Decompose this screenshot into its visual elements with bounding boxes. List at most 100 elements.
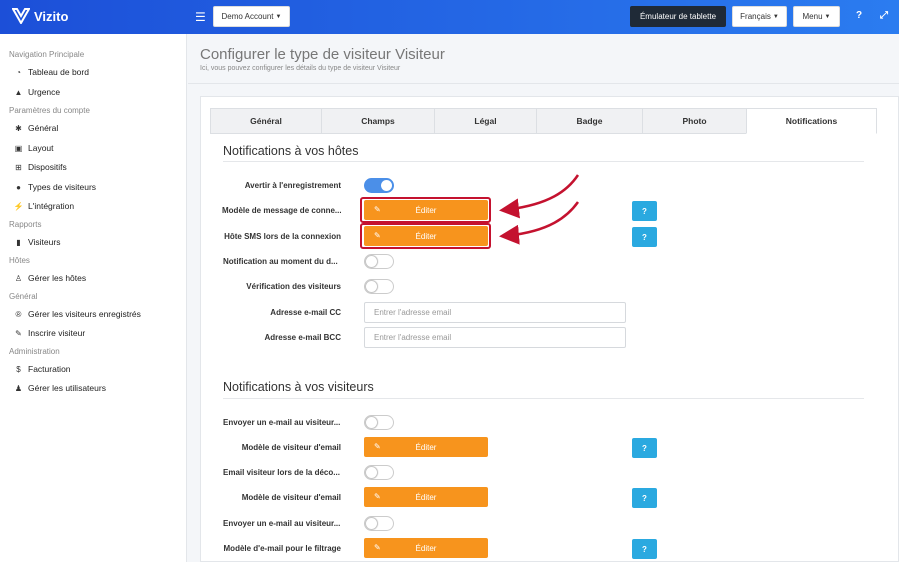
tab-legal[interactable]: Légal — [434, 108, 536, 134]
help-button[interactable]: ? — [632, 227, 657, 247]
sidebar-item-label: Gérer les utilisateurs — [28, 383, 106, 393]
edit-sms-host-button[interactable]: ✎ Éditer — [364, 226, 488, 246]
help-button[interactable]: ? — [632, 539, 657, 559]
sidebar-item-integration[interactable]: ⚡ L'intégration — [13, 201, 75, 211]
sitemap-icon: ⊞ — [15, 162, 22, 172]
sidebar-item-label: Facturation — [28, 364, 71, 374]
email-template-label: Modèle de visiteur d'email — [241, 443, 341, 452]
menu-dropdown[interactable]: Menu ▼ — [793, 6, 840, 27]
sidebar-section-title: Administration — [9, 347, 60, 356]
sidebar-item-visitors[interactable]: ▮ Visiteurs — [14, 237, 60, 247]
sidebar-item-billing[interactable]: $ Facturation — [14, 364, 71, 374]
users-icon: ● — [16, 182, 21, 192]
send-email-toggle[interactable] — [364, 415, 394, 430]
hamburger-menu-icon[interactable]: ☰ — [195, 10, 206, 24]
sidebar-item-label: L'intégration — [28, 201, 75, 211]
send-email-label: Envoyer un e-mail au visiteur... — [223, 519, 341, 528]
sidebar-item-label: Tableau de bord — [28, 67, 89, 77]
edit-icon: ✎ — [374, 543, 381, 552]
arrow-to-message-template — [499, 174, 580, 219]
section-divider — [223, 161, 864, 162]
help-button[interactable]: ? — [632, 438, 657, 458]
sidebar-item-visitor-types[interactable]: ● Types de visiteurs — [14, 182, 96, 192]
cc-email-label: Adresse e-mail CC — [270, 308, 341, 317]
cc-email-input[interactable] — [364, 302, 626, 323]
sidebar-item-label: Urgence — [28, 87, 61, 97]
edit-label: Éditer — [415, 492, 437, 502]
app-name: Vizito — [34, 8, 69, 24]
bcc-email-input[interactable] — [364, 327, 626, 348]
email-logout-label: Email visiteur lors de la déco... — [223, 468, 340, 477]
sidebar-item-label: Général — [28, 123, 59, 133]
sidebar-item-dashboard[interactable]: ◔ Tableau de bord — [14, 67, 89, 77]
bcc-email-label: Adresse e-mail BCC — [264, 333, 341, 342]
sidebar-item-label: Gérer les visiteurs enregistrés — [28, 309, 141, 319]
user-plus-icon: ♟ — [14, 383, 23, 393]
sidebar-item-registered-visitors[interactable]: ® Gérer les visiteurs enregistrés — [14, 309, 141, 319]
account-dropdown[interactable]: Demo Account ▼ — [213, 6, 290, 27]
app-logo[interactable]: Vizito — [12, 8, 68, 24]
tab-photo[interactable]: Photo — [642, 108, 746, 134]
notify-register-label: Avertir à l'enregistrement — [244, 181, 341, 190]
visitor-check-label: Vérification des visiteurs — [246, 282, 341, 291]
person-icon: ♙ — [14, 273, 23, 283]
page-subtitle: Ici, vous pouvez configurer les détails … — [200, 65, 401, 72]
edit-label: Éditer — [415, 442, 437, 452]
plug-icon: ⚡ — [13, 201, 24, 211]
edit-filter-template-button[interactable]: ✎ Éditer — [364, 538, 488, 558]
edit-icon: ✎ — [374, 492, 381, 501]
sidebar-section-title: Rapports — [9, 220, 42, 229]
sidebar-item-emergency[interactable]: ▲ Urgence — [14, 87, 61, 97]
sidebar-item-register-visitor[interactable]: ✎ Inscrire visiteur — [14, 328, 85, 338]
page-title: Configurer le type de visiteur Visiteur — [200, 46, 445, 63]
notify-moment-label: Notification au moment du d... — [223, 257, 338, 266]
tab-badge[interactable]: Badge — [536, 108, 642, 134]
pencil-icon: ✎ — [15, 328, 22, 338]
sidebar-item-manage-hosts[interactable]: ♙ Gérer les hôtes — [14, 273, 86, 283]
notify-moment-toggle[interactable] — [364, 254, 394, 269]
help-button[interactable]: ? — [632, 488, 657, 508]
sms-host-label: Hôte SMS lors de la connexion — [224, 232, 341, 241]
hosts-section-title: Notifications à vos hôtes — [223, 144, 359, 158]
language-dropdown[interactable]: Français ▼ — [732, 6, 787, 27]
help-button[interactable]: ? — [632, 201, 657, 221]
sidebar-item-manage-users[interactable]: ♟ Gérer les utilisateurs — [14, 383, 106, 393]
send-email-toggle[interactable] — [364, 516, 394, 531]
sidebar-item-label: Visiteurs — [28, 237, 61, 247]
caret-down-icon: ▼ — [824, 13, 831, 20]
tablet-emulator-label: Émulateur de tablette — [639, 12, 717, 21]
tablet-emulator-button[interactable]: Émulateur de tablette — [630, 6, 726, 27]
fullscreen-icon[interactable]: ⤢ — [880, 10, 888, 21]
notify-register-toggle[interactable] — [364, 178, 394, 193]
section-divider — [223, 398, 864, 399]
tab-fields[interactable]: Champs — [321, 108, 434, 134]
sidebar-section-title: Hôtes — [9, 256, 30, 265]
registered-icon: ® — [15, 309, 22, 319]
send-email-label: Envoyer un e-mail au visiteur... — [223, 418, 341, 427]
sidebar-item-label: Gérer les hôtes — [28, 273, 87, 283]
visitor-check-toggle[interactable] — [364, 279, 394, 294]
sidebar-item-label: Types de visiteurs — [28, 182, 97, 192]
sidebar-item-layout[interactable]: ▣ Layout — [14, 143, 54, 153]
edit-email-template-button[interactable]: ✎ Éditer — [364, 437, 488, 457]
caret-down-icon: ▼ — [772, 13, 779, 20]
sidebar-item-devices[interactable]: ⊞ Dispositifs — [14, 162, 67, 172]
tab-notifications[interactable]: Notifications — [746, 108, 877, 134]
email-template-label: Modèle de visiteur d'email — [241, 493, 341, 502]
menu-label: Menu — [802, 12, 823, 21]
vizito-logo-icon — [12, 8, 30, 24]
edit-icon: ✎ — [374, 442, 381, 451]
edit-label: Éditer — [415, 543, 437, 553]
help-icon[interactable]: ? — [856, 10, 862, 21]
email-logout-toggle[interactable] — [364, 465, 394, 480]
sidebar-item-label: Dispositifs — [28, 162, 67, 172]
sidebar-item-general[interactable]: ✱ Général — [14, 123, 58, 133]
edit-message-template-button[interactable]: ✎ Éditer — [364, 200, 488, 220]
message-template-label: Modèle de message de conne... — [222, 206, 341, 215]
book-icon: ▮ — [16, 237, 21, 247]
filter-template-label: Modèle d'e-mail pour le filtrage — [223, 544, 341, 553]
tab-general[interactable]: Général — [210, 108, 321, 134]
image-icon: ▣ — [14, 143, 23, 153]
edit-email-template-button[interactable]: ✎ Éditer — [364, 487, 488, 507]
sidebar-section-title: Paramètres du compte — [9, 106, 90, 115]
